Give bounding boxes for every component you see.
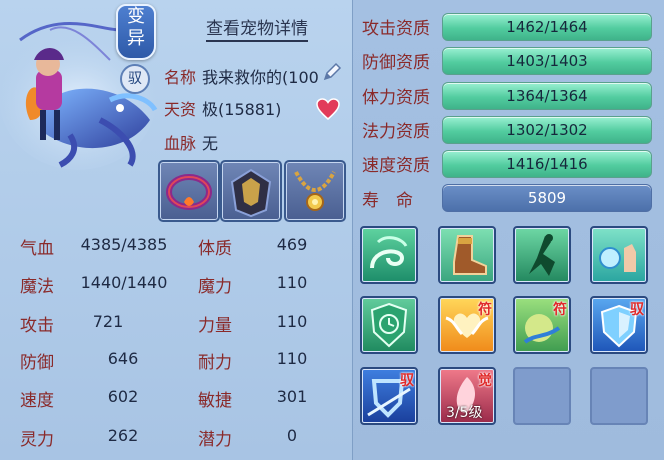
skill-slot-4[interactable]: [590, 226, 648, 284]
constitution-value: 469: [276, 235, 308, 254]
pet-name-row: 名称 我来救你的(100: [164, 64, 319, 88]
defense-label: 防御: [20, 353, 54, 373]
magic-aptitude-bar: 1302/1302: [442, 116, 652, 144]
gold-necklace-icon: [294, 171, 336, 211]
speed-aptitude-bar: 1416/1416: [442, 150, 652, 178]
skill-slot-9[interactable]: 驭: [360, 367, 418, 425]
stamina-aptitude-bar: 1364/1364: [442, 82, 652, 110]
boot-icon: [453, 235, 487, 275]
talent-label: 天资: [164, 100, 197, 119]
spirit-value: 262: [107, 426, 139, 445]
equipment-slot-necklace[interactable]: [284, 160, 346, 222]
talent-value: 极(15881): [202, 100, 282, 119]
skill-slot-7[interactable]: 符: [513, 296, 571, 354]
clock-shield-icon: [370, 302, 408, 348]
equipment-slot-armor[interactable]: [220, 160, 282, 222]
endurance-value: 110: [276, 349, 308, 368]
magic-power-label: 魔力: [198, 277, 232, 297]
heart-icon[interactable]: [316, 98, 340, 120]
potential-label: 潜力: [198, 430, 232, 450]
attack-value: 721: [92, 312, 124, 331]
constitution-label: 体质: [198, 239, 232, 259]
magic-power-value: 110: [276, 273, 308, 292]
magic-aptitude-label: 法力资质: [362, 122, 430, 142]
hp-label: 气血: [20, 239, 54, 259]
stamina-aptitude-label: 体力资质: [362, 88, 430, 108]
defense-aptitude-bar: 1403/1403: [442, 47, 652, 75]
skill-tag: 符: [478, 302, 492, 318]
dark-armor-icon: [230, 168, 272, 218]
name-label: 名称: [164, 68, 197, 87]
pet-talent-row: 天资 极(15881): [164, 96, 281, 120]
skill-slot-8[interactable]: 驭: [590, 296, 648, 354]
skill-slot-3[interactable]: [513, 226, 571, 284]
strength-value: 110: [276, 312, 308, 331]
spirit-label: 灵力: [20, 430, 54, 450]
edit-pencil-icon[interactable]: [322, 62, 342, 82]
speed-value: 602: [107, 387, 139, 406]
name-value: 我来救你的(100: [202, 68, 319, 87]
skill-slot-empty[interactable]: [590, 367, 648, 425]
skill-tag: 驭: [630, 302, 644, 318]
agility-value: 301: [276, 387, 308, 406]
skill-tag: 觉: [478, 373, 492, 389]
pet-blood-row: 血脉无: [164, 130, 218, 154]
skill-slot-5[interactable]: [360, 296, 418, 354]
speed-aptitude-label: 速度资质: [362, 156, 430, 176]
wind-swirl-icon: [370, 236, 408, 269]
yu-badge: 驭: [120, 64, 150, 94]
strength-label: 力量: [198, 316, 232, 336]
lifespan-label: 寿 命: [362, 191, 413, 211]
hp-value: 4385/4385: [80, 235, 168, 254]
skill-slot-6[interactable]: 符: [438, 296, 496, 354]
skill-slot-2[interactable]: [438, 226, 496, 284]
skill-slot-empty[interactable]: [513, 367, 571, 425]
mp-label: 魔法: [20, 277, 54, 297]
attack-label: 攻击: [20, 316, 54, 336]
endurance-label: 耐力: [198, 353, 232, 373]
attack-aptitude-bar: 1462/1464: [442, 13, 652, 41]
potential-value: 0: [286, 426, 298, 445]
speed-label: 速度: [20, 391, 54, 411]
skill-level: 3/5级: [446, 405, 483, 421]
view-pet-details-link[interactable]: 查看宠物详情: [206, 14, 308, 42]
blood-label: 血脉: [164, 134, 197, 153]
skill-slot-10[interactable]: 觉 3/5级: [438, 367, 496, 425]
attack-aptitude-label: 攻击资质: [362, 19, 430, 39]
dash-figure-icon: [529, 234, 555, 276]
lifespan-bar: 5809: [442, 184, 652, 212]
skill-tag: 驭: [400, 373, 414, 389]
defense-aptitude-label: 防御资质: [362, 53, 430, 73]
red-collar-icon: [166, 174, 212, 210]
blood-value: 无: [202, 134, 219, 153]
mp-value: 1440/1440: [80, 273, 168, 292]
agility-label: 敏捷: [198, 391, 232, 411]
water-hand-icon: [599, 244, 636, 272]
skill-slot-1[interactable]: [360, 226, 418, 284]
defense-value: 646: [107, 349, 139, 368]
variant-badge: 变 异: [116, 4, 156, 60]
equipment-slot-collar[interactable]: [158, 160, 220, 222]
skill-tag: 符: [553, 302, 567, 318]
